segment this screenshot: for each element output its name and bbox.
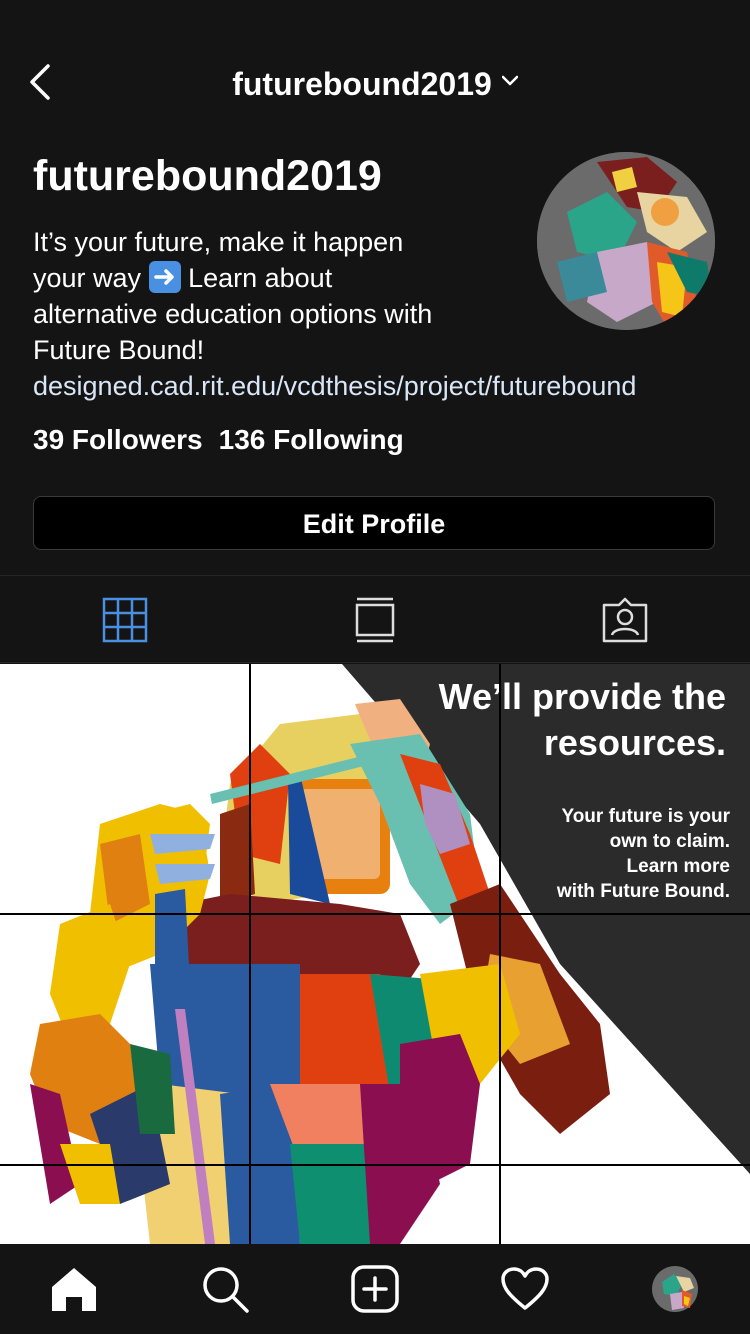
bio-line: your way Learn about [33,260,723,296]
headline-line: resources. [543,722,726,763]
subtext-line: Your future is your [561,806,730,827]
profile-avatar-icon [652,1266,698,1312]
profile-tabs [0,575,750,663]
heart-icon [501,1267,549,1310]
feed-icon [355,597,395,643]
subtext-line: with Future Bound. [556,881,730,902]
profile-stats: 39 Followers 136 Following [33,424,420,456]
grid-divider [499,664,501,1244]
followers-count[interactable]: 39 Followers [33,424,203,455]
arrow-right-icon [148,261,181,293]
following-count[interactable]: 136 Following [219,424,404,455]
grid-divider [249,664,251,1244]
post-grid[interactable]: We’ll provide the resources. Your future… [0,664,750,1244]
top-bar: futurebound2019 [0,0,750,150]
tagged-icon [602,597,648,643]
subtext-line: Learn more [626,856,730,877]
grid-divider [0,913,750,915]
header-username: futurebound2019 [232,66,492,102]
bio: It’s your future, make it happen your wa… [33,224,723,404]
nav-add-post[interactable] [348,1262,402,1316]
add-post-icon [351,1265,399,1313]
edit-profile-button[interactable]: Edit Profile [33,496,715,550]
headline-line: We’ll provide the [438,676,726,717]
tab-tagged[interactable] [500,576,750,664]
chevron-down-icon [501,75,518,86]
bio-text: your way [33,263,142,293]
subtext-line: own to claim. [609,831,730,852]
home-icon [52,1268,96,1311]
account-switcher[interactable]: futurebound2019 [0,66,750,103]
grid-icon [102,597,148,643]
nav-search[interactable] [198,1262,252,1316]
nav-home[interactable] [47,1262,101,1316]
bottom-nav [0,1244,750,1334]
grid-divider [0,1164,750,1166]
nav-activity[interactable] [498,1262,552,1316]
post-headline: We’ll provide the resources. [439,674,726,766]
bio-link[interactable]: designed.cad.rit.edu/vcdthesis/project/f… [33,368,723,404]
bio-text: Learn about [188,263,333,293]
nav-profile[interactable] [648,1262,702,1316]
profile-name: futurebound2019 [33,152,382,200]
tab-grid[interactable] [0,576,250,664]
bio-line: It’s your future, make it happen [33,227,404,257]
tab-feed[interactable] [250,576,500,664]
post-subtext: Your future is your own to claim. Learn … [557,804,730,904]
search-icon [203,1267,249,1313]
bio-line: alternative education options with [33,299,433,329]
bio-line: Future Bound! [33,335,205,365]
